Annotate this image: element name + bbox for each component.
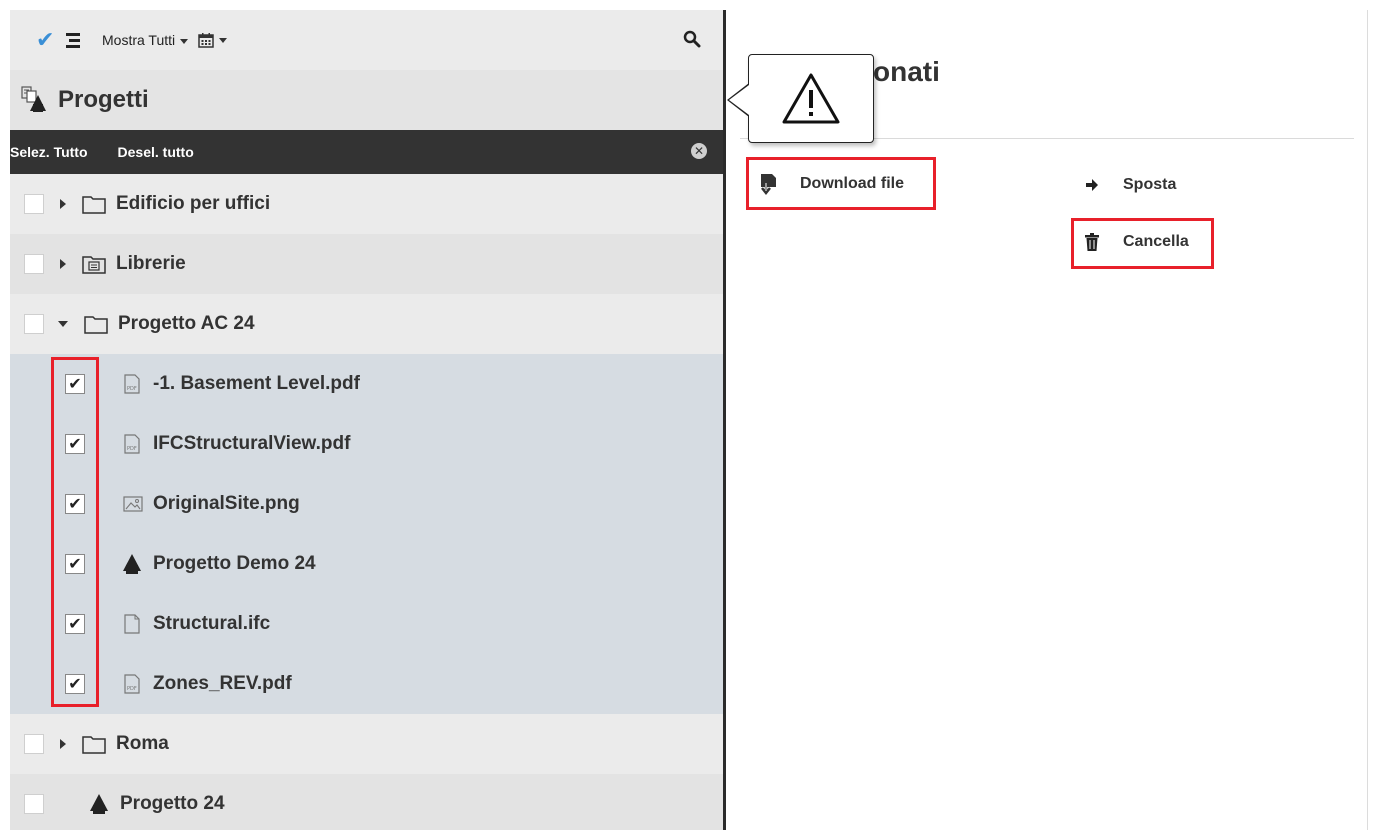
tree-row[interactable]: Librerie: [10, 234, 723, 294]
tree-row[interactable]: ✔ OriginalSite.png: [10, 474, 723, 534]
tree-row[interactable]: Progetto 24: [10, 774, 723, 830]
arrow-right-icon: [1086, 179, 1098, 191]
tree-row[interactable]: Progetto AC 24: [10, 294, 723, 354]
folder-icon: [84, 316, 108, 334]
tree-row[interactable]: Roma: [10, 714, 723, 774]
tree-row[interactable]: ✔ Progetto Demo 24: [10, 534, 723, 594]
tree-item-label: Progetto 24: [120, 793, 225, 814]
show-filter-dropdown[interactable]: Mostra Tutti: [102, 32, 189, 48]
right-panel-title: onati: [873, 56, 940, 87]
pdf-file-icon: PDF: [124, 434, 140, 454]
move-label: Sposta: [1123, 176, 1177, 193]
tree-item-label: OriginalSite.png: [153, 493, 300, 514]
row-checkbox[interactable]: [24, 254, 44, 274]
delete-highlight: [1071, 218, 1214, 269]
row-checkbox[interactable]: [24, 194, 44, 214]
tree-item-label: IFCStructuralView.pdf: [153, 433, 351, 454]
tree-item-label: Zones_REV.pdf: [153, 673, 292, 694]
tree-row[interactable]: ✔ PDF -1. Basement Level.pdf: [10, 354, 723, 414]
download-highlight: [746, 157, 936, 210]
svg-text:PDF: PDF: [127, 386, 137, 392]
tree-item-label: Librerie: [116, 253, 186, 274]
pdf-file-icon: PDF: [124, 674, 140, 694]
tree-row[interactable]: ✔ PDF IFCStructuralView.pdf: [10, 414, 723, 474]
list-icon[interactable]: [66, 32, 96, 48]
checkbox-highlight: [51, 357, 99, 707]
warning-popover: [748, 54, 874, 143]
image-file-icon: [123, 496, 143, 512]
tree-item-label: Progetto AC 24: [118, 313, 255, 334]
selection-bar: Selez. Tutto Desel. tutto ✕: [10, 130, 723, 174]
projects-icon: [21, 86, 46, 112]
check-icon[interactable]: ✔: [36, 27, 66, 53]
library-folder-icon: [82, 256, 106, 274]
left-panel: ✔ Mostra Tutti Progetti Selez. Tutto Des…: [10, 10, 723, 830]
project-icon: [123, 554, 141, 574]
project-icon: [90, 794, 108, 814]
search-icon[interactable]: [683, 30, 701, 53]
folder-icon: [82, 196, 106, 214]
caret-right-icon[interactable]: [60, 199, 66, 209]
panel-divider[interactable]: [723, 10, 726, 830]
tree-item-label: Roma: [116, 733, 169, 754]
move-button[interactable]: Sposta: [1085, 176, 1176, 194]
row-checkbox[interactable]: [24, 734, 44, 754]
svg-text:PDF: PDF: [127, 446, 137, 452]
file-icon: [124, 614, 140, 634]
show-filter-label: Mostra Tutti: [102, 32, 176, 48]
chevron-down-icon: [219, 37, 228, 43]
row-checkbox[interactable]: [24, 314, 44, 334]
row-checkbox[interactable]: [24, 794, 44, 814]
select-all-link[interactable]: Selez. Tutto: [10, 144, 88, 160]
warning-icon: [782, 73, 840, 123]
tree-row[interactable]: ✔ PDF Zones_REV.pdf: [10, 654, 723, 714]
tree-item-label: Edificio per uffici: [116, 193, 271, 214]
pdf-file-icon: PDF: [124, 374, 140, 394]
svg-text:PDF: PDF: [127, 686, 137, 692]
chevron-down-icon: [180, 38, 189, 44]
close-circle-icon[interactable]: ✕: [691, 143, 707, 159]
tree-row[interactable]: Edificio per uffici: [10, 174, 723, 234]
caret-down-icon[interactable]: [58, 321, 68, 327]
deselect-all-link[interactable]: Desel. tutto: [118, 144, 194, 160]
tree-item-label: Progetto Demo 24: [153, 553, 316, 574]
toolbar: ✔ Mostra Tutti: [10, 10, 723, 70]
panel-header: Progetti: [10, 70, 723, 130]
popover-arrow-inner: [729, 85, 749, 115]
tree-row[interactable]: ✔ Structural.ifc: [10, 594, 723, 654]
folder-icon: [82, 736, 106, 754]
caret-right-icon[interactable]: [60, 259, 66, 269]
page-title: Progetti: [58, 86, 149, 113]
calendar-dropdown[interactable]: [198, 32, 228, 48]
tree-item-label: -1. Basement Level.pdf: [153, 373, 360, 394]
tree-item-label: Structural.ifc: [153, 613, 271, 634]
right-panel-border: [1367, 10, 1368, 830]
calendar-icon: [198, 33, 214, 48]
caret-right-icon[interactable]: [60, 739, 66, 749]
